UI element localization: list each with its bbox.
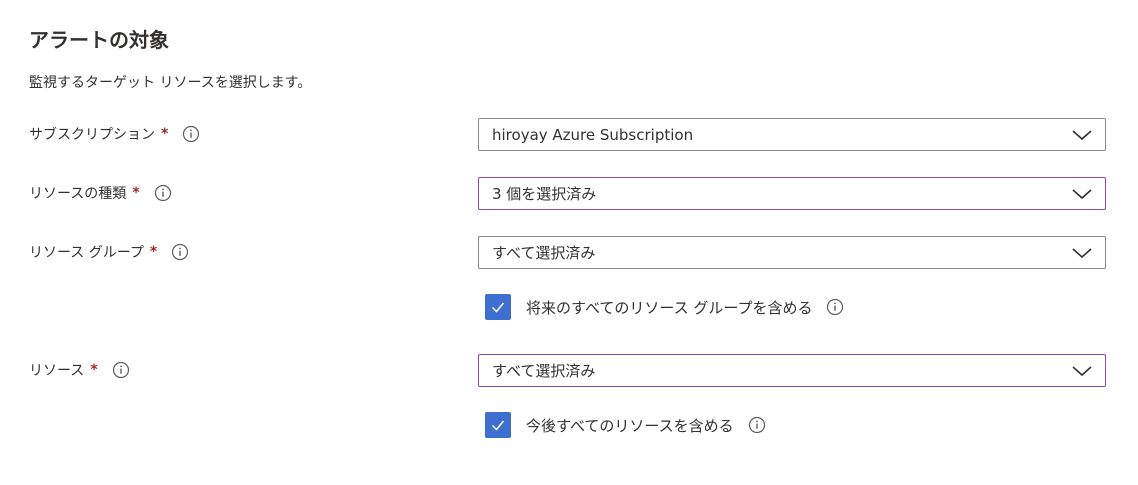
include-future-resources-label: 今後すべてのリソースを含める xyxy=(526,416,734,435)
include-future-resource-groups-checkbox[interactable] xyxy=(485,294,511,320)
resource-type-label-text: リソースの種類 xyxy=(29,186,127,202)
subscription-dropdown[interactable]: hiroyay Azure Subscription xyxy=(478,118,1106,151)
info-icon[interactable] xyxy=(112,361,130,379)
resource-group-label: リソース グループ * xyxy=(29,242,189,262)
resource-type-dropdown[interactable]: 3 個を選択済み xyxy=(478,177,1106,210)
resource-dropdown[interactable]: すべて選択済み xyxy=(478,354,1106,387)
required-marker: * xyxy=(90,362,98,378)
info-icon[interactable] xyxy=(171,243,189,261)
subscription-dropdown-value: hiroyay Azure Subscription xyxy=(492,125,694,144)
resource-label-text: リソース xyxy=(29,363,85,379)
resource-dropdown-value: すべて選択済み xyxy=(492,362,596,380)
chevron-down-icon xyxy=(1070,182,1094,206)
checkmark-icon xyxy=(491,420,505,431)
section-title: アラートの対象 xyxy=(29,28,169,52)
resource-type-label: リソースの種類 * xyxy=(29,183,172,203)
required-marker: * xyxy=(132,185,140,201)
required-marker: * xyxy=(149,244,158,260)
resource-label: リソース * xyxy=(29,360,130,380)
resource-group-label-text: リソース グループ xyxy=(29,245,144,261)
include-future-resource-groups-row: 将来のすべてのリソース グループを含める xyxy=(485,294,844,320)
checkmark-icon xyxy=(491,302,505,313)
info-icon[interactable] xyxy=(826,298,844,316)
subscription-label-text: サブスクリプション xyxy=(29,127,155,143)
include-future-resources-checkbox[interactable] xyxy=(485,412,511,438)
chevron-down-icon xyxy=(1070,241,1094,265)
info-icon[interactable] xyxy=(154,184,172,202)
section-description: 監視するターゲット リソースを選択します。 xyxy=(29,75,312,91)
resource-group-dropdown[interactable]: すべて選択済み xyxy=(478,236,1106,269)
include-future-resources-row: 今後すべてのリソースを含める xyxy=(485,412,766,438)
subscription-label: サブスクリプション * xyxy=(29,124,200,144)
chevron-down-icon xyxy=(1070,359,1094,383)
include-future-resource-groups-label: 将来のすべてのリソース グループを含める xyxy=(526,298,813,317)
required-marker: * xyxy=(161,126,169,142)
info-icon[interactable] xyxy=(182,125,200,143)
resource-group-dropdown-value: すべて選択済み xyxy=(492,244,596,262)
chevron-down-icon xyxy=(1070,123,1094,147)
info-icon[interactable] xyxy=(748,416,766,434)
resource-type-dropdown-value: 3 個を選択済み xyxy=(492,185,597,203)
